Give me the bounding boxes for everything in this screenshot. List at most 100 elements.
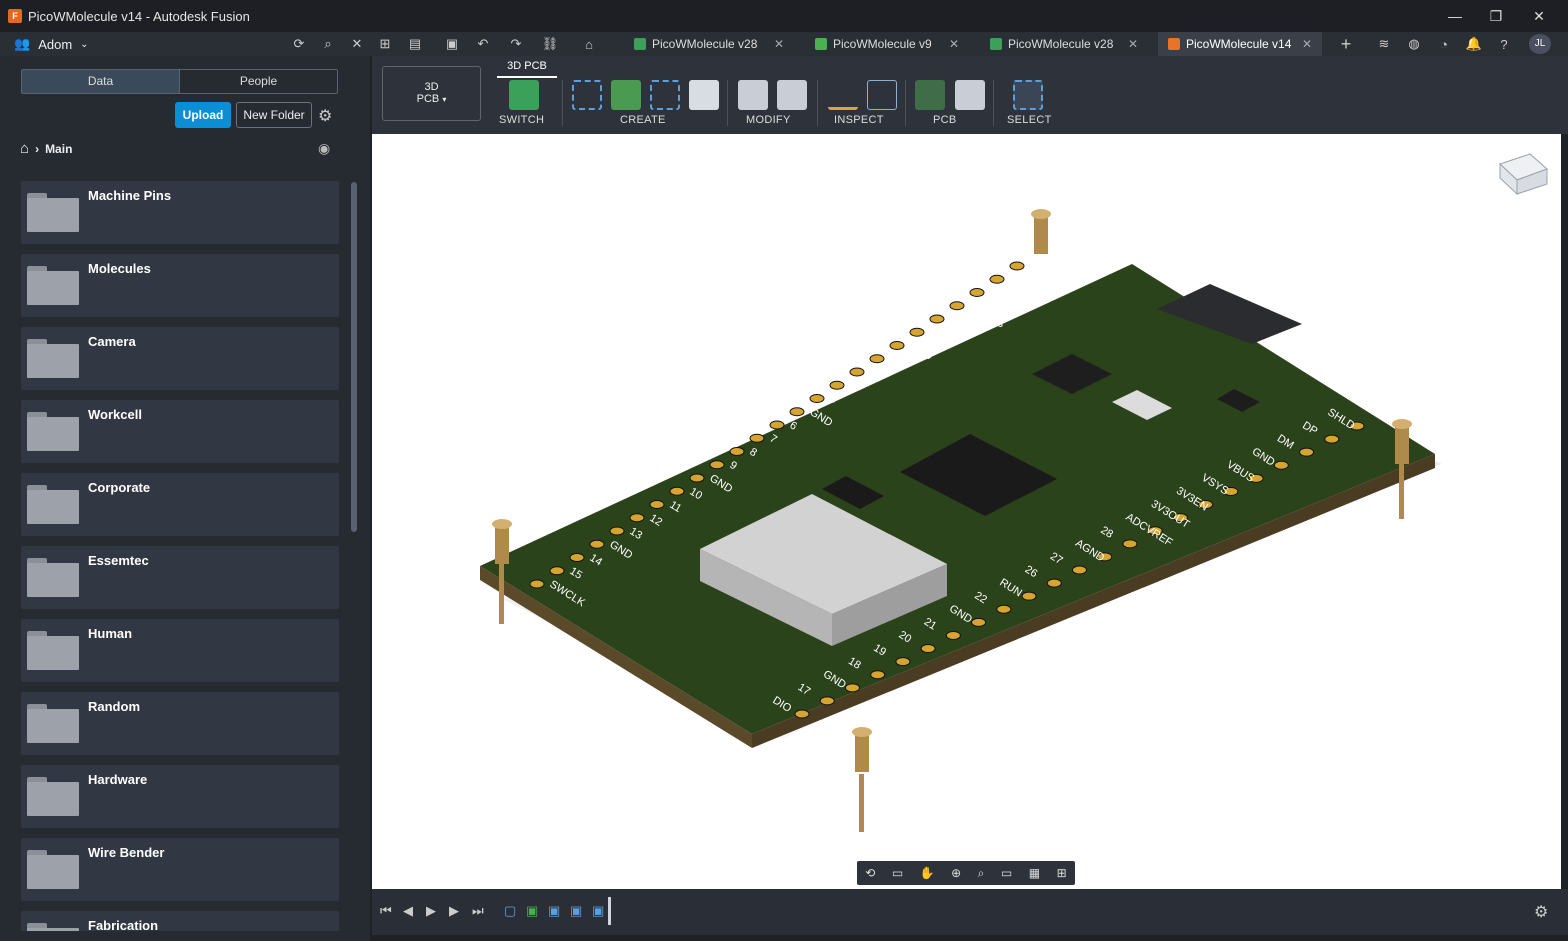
link-icon[interactable]: ⛓ xyxy=(539,32,561,56)
restore-icon[interactable]: ❐ xyxy=(1475,0,1517,32)
folder-camera[interactable]: Camera xyxy=(21,327,339,390)
tab-people[interactable]: People xyxy=(180,70,337,93)
folder-essemtec[interactable]: Essemtec xyxy=(21,546,339,609)
grid-menu-icon[interactable]: ⊞ xyxy=(374,32,396,56)
file-icon[interactable]: ▤ xyxy=(404,32,426,56)
tab-picowmolecule-v14[interactable]: PicoWMolecule v14 ✕ xyxy=(1158,32,1322,56)
tab-data[interactable]: Data xyxy=(22,70,180,93)
pcb-settings-icon[interactable] xyxy=(955,80,985,110)
orbit-icon[interactable]: ⟲ xyxy=(865,866,875,880)
tab-3d-pcb[interactable]: 3D PCB xyxy=(497,58,557,78)
header-pad xyxy=(549,566,565,576)
go-to-end-icon[interactable]: ⏭ xyxy=(472,903,484,919)
folder-fabrication[interactable]: Fabrication xyxy=(21,911,339,931)
pan-icon[interactable]: ✋ xyxy=(920,866,935,880)
undo-icon[interactable]: ↶ xyxy=(472,32,494,56)
job-status-icon[interactable]: ◔ xyxy=(1433,32,1455,56)
folder-icon xyxy=(27,412,79,452)
minimize-icon[interactable]: — xyxy=(1434,0,1476,32)
header-pad xyxy=(989,274,1005,284)
measure-icon[interactable] xyxy=(828,80,858,110)
go-to-start-icon[interactable]: ⏮ xyxy=(380,903,392,919)
step-back-icon[interactable]: ◀ xyxy=(403,903,413,919)
move-icon[interactable] xyxy=(777,80,807,110)
folder-machine-pins[interactable]: Machine Pins xyxy=(21,181,339,244)
home-icon[interactable]: ⌂ xyxy=(20,140,29,157)
panel-scrollbar[interactable] xyxy=(351,182,357,532)
look-at-icon[interactable]: ▭ xyxy=(892,866,903,880)
press-pull-icon[interactable] xyxy=(738,80,768,110)
home-icon[interactable]: ⌂ xyxy=(578,32,600,56)
timeline-sketch-icon[interactable]: ▢ xyxy=(504,903,516,919)
header-pad xyxy=(794,709,810,719)
globe-icon[interactable]: ◉ xyxy=(318,140,330,157)
search-icon[interactable]: ⌕ xyxy=(317,32,339,56)
play-icon[interactable]: ▶ xyxy=(426,903,436,919)
close-panel-icon[interactable]: ✕ xyxy=(346,32,368,56)
folder-random[interactable]: Random xyxy=(21,692,339,755)
inspect-menu[interactable]: INSPECT xyxy=(834,114,884,126)
timeline-marker[interactable] xyxy=(608,897,611,925)
section-analysis-icon[interactable] xyxy=(867,80,897,110)
user-avatar[interactable]: JL xyxy=(1529,34,1551,54)
timeline-image-icon[interactable]: ▣ xyxy=(548,903,560,919)
3d-viewport[interactable]: GND SMPS LED BOOTS 0 1 GND 2 3 4 5 GND 6 7 8 9 GND 10 11 12… xyxy=(372,134,1561,889)
sketch-icon[interactable] xyxy=(572,80,602,110)
push-to-pcb-icon[interactable] xyxy=(915,80,945,110)
header-pad xyxy=(870,670,886,680)
refresh-icon[interactable]: ⟳ xyxy=(288,32,310,56)
new-tab-icon[interactable]: + xyxy=(1335,32,1357,56)
new-folder-button[interactable]: New Folder xyxy=(236,102,312,128)
switch-menu[interactable]: SWITCH xyxy=(499,114,544,126)
tab-close-icon[interactable]: ✕ xyxy=(1302,37,1312,51)
save-icon[interactable]: ▣ xyxy=(441,32,463,56)
folder-hardware[interactable]: Hardware xyxy=(21,765,339,828)
create-menu[interactable]: CREATE xyxy=(620,114,666,126)
breadcrumb-main[interactable]: Main xyxy=(45,142,72,156)
folder-name: Human xyxy=(88,626,133,641)
gear-icon[interactable]: ⚙ xyxy=(318,106,332,126)
insert-image-icon[interactable] xyxy=(689,80,719,110)
folder-corporate[interactable]: Corporate xyxy=(21,473,339,536)
folder-molecules[interactable]: Molecules xyxy=(21,254,339,317)
notifications-icon[interactable]: 🔔 xyxy=(1463,32,1485,56)
team-selector[interactable]: 👥 Adom ⌄ xyxy=(14,36,294,52)
tab-picowmolecule-v28-a[interactable]: PicoWMolecule v28 ✕ xyxy=(624,32,794,56)
upload-button[interactable]: Upload xyxy=(175,102,231,128)
pcb-menu[interactable]: PCB xyxy=(933,114,957,126)
extrude-icon[interactable] xyxy=(611,80,641,110)
switch-pcb-icon[interactable] xyxy=(509,80,539,110)
workspace-selector[interactable]: 3D PCB ▾ xyxy=(382,66,481,121)
display-settings-icon[interactable]: ▭ xyxy=(1001,866,1012,880)
select-menu[interactable]: SELECT xyxy=(1007,114,1052,126)
chevron-down-icon: ▾ xyxy=(442,95,447,104)
timeline-image-icon[interactable]: ▣ xyxy=(570,903,582,919)
extensions-icon[interactable]: ≋ xyxy=(1373,32,1395,56)
fit-icon[interactable]: ⌕ xyxy=(978,866,985,881)
close-icon[interactable]: ✕ xyxy=(1518,0,1560,32)
tab-close-icon[interactable]: ✕ xyxy=(949,37,959,51)
tab-picowmolecule-v9[interactable]: PicoWMolecule v9 ✕ xyxy=(805,32,969,56)
timeline-component-icon[interactable]: ▣ xyxy=(592,903,604,919)
grid-settings-icon[interactable]: ▦ xyxy=(1029,866,1040,880)
step-forward-icon[interactable]: ▶ xyxy=(449,903,459,919)
timeline-settings-gear-icon[interactable]: ⚙ xyxy=(1534,902,1548,922)
folder-human[interactable]: Human xyxy=(21,619,339,682)
timeline-pcb-icon[interactable]: ▣ xyxy=(526,903,538,919)
pcb-3d-model[interactable]: GNDSMPSLEDBOOTS01GND2345GND6789GND101112… xyxy=(372,134,1561,889)
help-icon[interactable]: ? xyxy=(1493,32,1515,56)
tab-close-icon[interactable]: ✕ xyxy=(774,37,784,51)
modify-menu[interactable]: MODIFY xyxy=(746,114,791,126)
folder-workcell[interactable]: Workcell xyxy=(21,400,339,463)
create-component-icon[interactable] xyxy=(650,80,680,110)
select-icon[interactable] xyxy=(1013,80,1043,110)
tab-picowmolecule-v28-b[interactable]: PicoWMolecule v28 ✕ xyxy=(980,32,1148,56)
viewports-icon[interactable]: ⊞ xyxy=(1057,866,1067,880)
redo-icon[interactable]: ↷ xyxy=(505,32,527,56)
zoom-icon[interactable]: ⊕ xyxy=(951,866,961,880)
online-status-icon[interactable]: ◍ xyxy=(1403,32,1425,56)
tab-close-icon[interactable]: ✕ xyxy=(1128,37,1138,51)
folder-wire-bender[interactable]: Wire Bender xyxy=(21,838,339,901)
view-cube[interactable] xyxy=(1499,153,1548,196)
header-pad xyxy=(789,407,805,417)
